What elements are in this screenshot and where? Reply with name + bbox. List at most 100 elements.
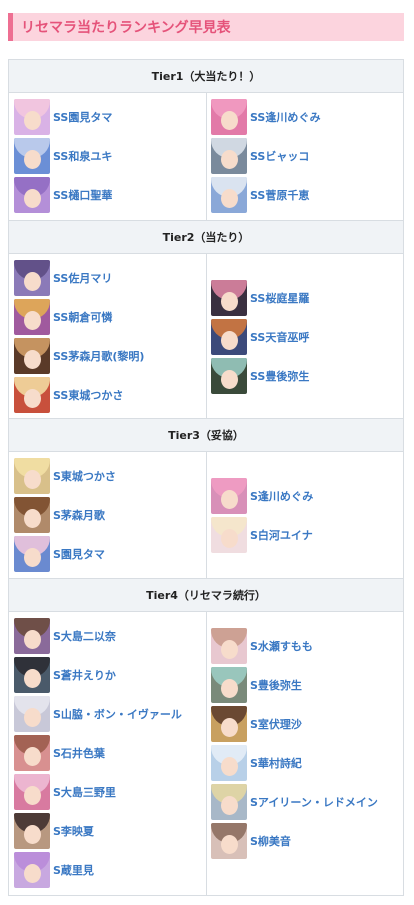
character-entry[interactable]: S蔵里見 <box>14 852 94 888</box>
character-name-link[interactable]: SS和泉ユキ <box>53 148 112 164</box>
character-name-link[interactable]: S茅森月歌 <box>53 507 105 523</box>
character-portrait-icon[interactable] <box>211 177 247 213</box>
character-name-link[interactable]: S柳美音 <box>250 833 291 849</box>
character-name-link[interactable]: S白河ユイナ <box>250 527 313 543</box>
character-portrait-icon[interactable] <box>211 628 247 664</box>
character-name-link[interactable]: SS天音巫呼 <box>250 329 309 345</box>
character-portrait-icon[interactable] <box>14 735 50 771</box>
character-portrait-icon[interactable] <box>211 99 247 135</box>
character-name-link[interactable]: SS桜庭星羅 <box>250 290 309 306</box>
character-portrait-icon[interactable] <box>14 260 50 296</box>
character-name-link[interactable]: S室伏理沙 <box>250 716 302 732</box>
character-name-link[interactable]: S蒼井えりか <box>53 667 116 683</box>
character-portrait-icon[interactable] <box>211 138 247 174</box>
character-name-link[interactable]: S大島三野里 <box>53 784 116 800</box>
character-entry[interactable]: S蒼井えりか <box>14 657 116 693</box>
character-portrait-icon[interactable] <box>14 497 50 533</box>
character-portrait-icon[interactable] <box>211 517 247 553</box>
character-entry[interactable]: SS樋口聖華 <box>14 177 112 213</box>
character-entry[interactable]: S大島二以奈 <box>14 618 116 654</box>
character-portrait-icon[interactable] <box>211 280 247 316</box>
character-entry[interactable]: Sアイリーン・レドメイン <box>211 784 378 820</box>
character-entry[interactable]: S柳美音 <box>211 823 291 859</box>
ranking-table: Tier1（大当たり！） SS園見タマ SS和泉ユキ SS樋口聖華 SS逢川めぐ… <box>8 59 404 896</box>
character-name-link[interactable]: SS樋口聖華 <box>53 187 112 203</box>
character-name-link[interactable]: SS豊後弥生 <box>250 368 309 384</box>
character-entry[interactable]: S水瀬すもも <box>211 628 313 664</box>
character-entry[interactable]: S李映夏 <box>14 813 94 849</box>
character-portrait-icon[interactable] <box>211 319 247 355</box>
character-name-link[interactable]: S豊後弥生 <box>250 677 302 693</box>
character-entry[interactable]: SS菅原千恵 <box>211 177 309 213</box>
character-name-link[interactable]: S大島二以奈 <box>53 628 116 644</box>
character-entry[interactable]: SS逢川めぐみ <box>211 99 321 135</box>
character-portrait-icon[interactable] <box>211 745 247 781</box>
character-entry[interactable]: SS天音巫呼 <box>211 319 309 355</box>
character-portrait-icon[interactable] <box>211 784 247 820</box>
character-entry[interactable]: S茅森月歌 <box>14 497 105 533</box>
character-entry[interactable]: SS豊後弥生 <box>211 358 309 394</box>
character-entry[interactable]: S石井色葉 <box>14 735 105 771</box>
character-entry[interactable]: S華村詩紀 <box>211 745 302 781</box>
character-entry[interactable]: S白河ユイナ <box>211 517 313 553</box>
portrait-face-shape <box>24 630 41 649</box>
character-entry[interactable]: SS茅森月歌(黎明) <box>14 338 144 374</box>
character-portrait-icon[interactable] <box>14 813 50 849</box>
character-name-link[interactable]: SS逢川めぐみ <box>250 109 321 125</box>
character-portrait-icon[interactable] <box>14 177 50 213</box>
character-name-link[interactable]: Sアイリーン・レドメイン <box>250 794 378 810</box>
character-entry[interactable]: S東城つかさ <box>14 458 116 494</box>
character-name-link[interactable]: S李映夏 <box>53 823 94 839</box>
portrait-face-shape <box>24 548 41 567</box>
character-name-link[interactable]: SSビャッコ <box>250 148 309 164</box>
character-portrait-icon[interactable] <box>14 99 50 135</box>
character-entry[interactable]: S大島三野里 <box>14 774 116 810</box>
character-name-link[interactable]: SS茅森月歌(黎明) <box>53 348 144 364</box>
character-portrait-icon[interactable] <box>211 823 247 859</box>
character-entry[interactable]: S逢川めぐみ <box>211 478 313 514</box>
character-portrait-icon[interactable] <box>14 458 50 494</box>
character-name-link[interactable]: SS園見タマ <box>53 109 112 125</box>
character-portrait-icon[interactable] <box>211 667 247 703</box>
character-portrait-icon[interactable] <box>14 138 50 174</box>
page-title: リセマラ当たりランキング早見表 <box>8 13 404 41</box>
character-portrait-icon[interactable] <box>211 358 247 394</box>
character-portrait-icon[interactable] <box>14 618 50 654</box>
character-portrait-icon[interactable] <box>14 377 50 413</box>
character-portrait-icon[interactable] <box>14 657 50 693</box>
portrait-face-shape <box>221 640 238 659</box>
character-portrait-icon[interactable] <box>14 536 50 572</box>
character-portrait-icon[interactable] <box>211 706 247 742</box>
character-entry[interactable]: S山脇・ボン・イヴァール <box>14 696 182 732</box>
character-entry[interactable]: SS佐月マリ <box>14 260 112 296</box>
character-entry[interactable]: S室伏理沙 <box>211 706 302 742</box>
character-portrait-icon[interactable] <box>14 299 50 335</box>
character-name-link[interactable]: S水瀬すもも <box>250 638 313 654</box>
character-portrait-icon[interactable] <box>14 774 50 810</box>
character-name-link[interactable]: S華村詩紀 <box>250 755 302 771</box>
character-name-link[interactable]: SS菅原千恵 <box>250 187 309 203</box>
character-name-link[interactable]: S園見タマ <box>53 546 105 562</box>
character-portrait-icon[interactable] <box>14 852 50 888</box>
character-entry[interactable]: S豊後弥生 <box>211 667 302 703</box>
portrait-face-shape <box>221 796 238 815</box>
character-entry[interactable]: SS東城つかさ <box>14 377 123 413</box>
character-entry[interactable]: SSビャッコ <box>211 138 309 174</box>
character-name-link[interactable]: S蔵里見 <box>53 862 94 878</box>
character-entry[interactable]: SS朝倉可憐 <box>14 299 112 335</box>
character-entry[interactable]: SS和泉ユキ <box>14 138 112 174</box>
character-portrait-icon[interactable] <box>14 338 50 374</box>
character-entry[interactable]: SS園見タマ <box>14 99 112 135</box>
character-portrait-icon[interactable] <box>211 478 247 514</box>
character-name-link[interactable]: S東城つかさ <box>53 468 116 484</box>
character-name-link[interactable]: SS東城つかさ <box>53 387 123 403</box>
character-name-link[interactable]: S山脇・ボン・イヴァール <box>53 706 182 722</box>
character-name-link[interactable]: SS佐月マリ <box>53 270 112 286</box>
character-name-link[interactable]: S逢川めぐみ <box>250 488 313 504</box>
character-portrait-icon[interactable] <box>14 696 50 732</box>
character-name-link[interactable]: SS朝倉可憐 <box>53 309 112 325</box>
character-entry[interactable]: SS桜庭星羅 <box>211 280 309 316</box>
character-entry[interactable]: S園見タマ <box>14 536 105 572</box>
portrait-face-shape <box>221 757 238 776</box>
character-name-link[interactable]: S石井色葉 <box>53 745 105 761</box>
